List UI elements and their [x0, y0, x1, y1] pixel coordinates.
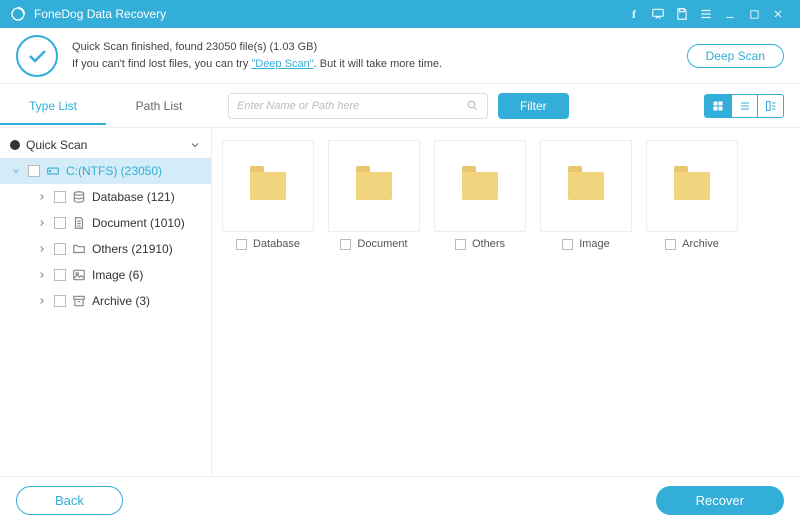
titlebar: FoneDog Data Recovery f: [0, 0, 800, 28]
folder-icon: [646, 140, 738, 232]
tab-path-list[interactable]: Path List: [106, 87, 212, 125]
checkbox[interactable]: [54, 269, 66, 281]
feedback-icon[interactable]: [646, 0, 670, 28]
chevron-down-icon[interactable]: [10, 166, 22, 176]
status-line-1: Quick Scan finished, found 23050 file(s)…: [72, 39, 442, 56]
sidebar-item-archive[interactable]: Archive (3): [0, 288, 211, 314]
checkbox[interactable]: [28, 165, 40, 177]
checkbox[interactable]: [236, 239, 247, 250]
sidebar-item-document[interactable]: Document (1010): [0, 210, 211, 236]
checkbox[interactable]: [455, 239, 466, 250]
sidebar-item-others[interactable]: Others (21910): [0, 236, 211, 262]
folder-icon: [434, 140, 526, 232]
sidebar: Quick Scan C:(NTFS) (23050) Database (12…: [0, 128, 212, 476]
grid-item-label: Database: [253, 238, 300, 250]
grid-item-label: Others: [472, 238, 505, 250]
folder-icon: [540, 140, 632, 232]
maximize-icon[interactable]: [742, 0, 766, 28]
chevron-down-icon[interactable]: [189, 139, 201, 151]
grid-item[interactable]: Others: [430, 140, 530, 250]
checkbox[interactable]: [54, 243, 66, 255]
grid-item-label: Document: [357, 238, 407, 250]
grid-item[interactable]: Image: [536, 140, 636, 250]
status-line-2: If you can't find lost files, you can tr…: [72, 56, 442, 73]
view-list-button[interactable]: [731, 95, 757, 117]
deep-scan-button[interactable]: Deep Scan: [687, 44, 784, 68]
close-icon[interactable]: [766, 0, 790, 28]
recover-button[interactable]: Recover: [656, 486, 784, 515]
tab-type-list[interactable]: Type List: [0, 87, 106, 125]
checkbox[interactable]: [54, 191, 66, 203]
grid-item-label: Image: [579, 238, 610, 250]
archive-icon: [72, 294, 86, 308]
content: Quick Scan C:(NTFS) (23050) Database (12…: [0, 128, 800, 476]
toolbar: Type List Path List Filter: [0, 84, 800, 128]
view-mode-group: [704, 94, 784, 118]
checkbox[interactable]: [340, 239, 351, 250]
folder-icon: [72, 242, 86, 256]
success-check-icon: [16, 35, 58, 77]
sidebar-item-database[interactable]: Database (121): [0, 184, 211, 210]
search-icon[interactable]: [466, 99, 479, 112]
checkbox[interactable]: [562, 239, 573, 250]
database-icon: [72, 190, 86, 204]
chevron-right-icon[interactable]: [36, 296, 48, 306]
document-icon: [72, 216, 86, 230]
sidebar-item-image[interactable]: Image (6): [0, 262, 211, 288]
menu-icon[interactable]: [694, 0, 718, 28]
footer: Back Recover: [0, 476, 800, 523]
chevron-right-icon[interactable]: [36, 192, 48, 202]
facebook-icon[interactable]: f: [622, 0, 646, 28]
folder-icon: [328, 140, 420, 232]
search-box[interactable]: [228, 93, 488, 119]
save-icon[interactable]: [670, 0, 694, 28]
deep-scan-link[interactable]: "Deep Scan": [251, 58, 313, 70]
chevron-right-icon[interactable]: [36, 270, 48, 280]
back-button[interactable]: Back: [16, 486, 123, 515]
folder-icon: [222, 140, 314, 232]
view-detail-button[interactable]: [757, 95, 783, 117]
sidebar-quick-scan[interactable]: Quick Scan: [0, 132, 211, 158]
grid-item-label: Archive: [682, 238, 719, 250]
tabs: Type List Path List: [0, 87, 212, 125]
sidebar-drive[interactable]: C:(NTFS) (23050): [0, 158, 211, 184]
drive-icon: [46, 164, 60, 178]
view-grid-button[interactable]: [705, 95, 731, 117]
minimize-icon[interactable]: [718, 0, 742, 28]
grid-item[interactable]: Database: [218, 140, 318, 250]
grid-item[interactable]: Archive: [642, 140, 742, 250]
content-grid: Database Document Others Image Archive: [212, 128, 800, 476]
grid-item[interactable]: Document: [324, 140, 424, 250]
checkbox[interactable]: [54, 217, 66, 229]
app-title: FoneDog Data Recovery: [34, 7, 166, 21]
checkbox[interactable]: [665, 239, 676, 250]
checkbox[interactable]: [54, 295, 66, 307]
chevron-right-icon[interactable]: [36, 218, 48, 228]
search-input[interactable]: [237, 100, 466, 112]
image-icon: [72, 268, 86, 282]
chevron-right-icon[interactable]: [36, 244, 48, 254]
filter-button[interactable]: Filter: [498, 93, 569, 119]
bullet-icon: [10, 140, 20, 150]
app-logo-icon: [10, 6, 26, 22]
status-bar: Quick Scan finished, found 23050 file(s)…: [0, 28, 800, 84]
